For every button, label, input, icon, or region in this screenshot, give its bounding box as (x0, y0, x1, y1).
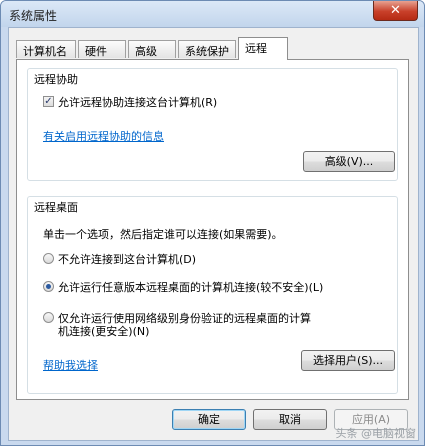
advanced-button[interactable]: 高级(V)... (303, 151, 395, 172)
radio-allow-any-version[interactable] (43, 281, 54, 292)
radio-allow-nla-only-label-line2[interactable]: 机连接(更安全)(N) (58, 323, 149, 339)
tab-advanced[interactable]: 高级 (128, 40, 176, 58)
radio-allow-any-version-label[interactable]: 允许运行任意版本远程桌面的计算机连接(较不安全)(L) (58, 279, 323, 295)
ok-button[interactable]: 确定 (172, 409, 246, 430)
select-users-button[interactable]: 选择用户(S)... (301, 350, 395, 371)
tab-system-protection[interactable]: 系统保护 (178, 40, 236, 58)
allow-remote-assistance-label[interactable]: 允许远程协助连接这台计算机(R) (58, 94, 217, 110)
allow-remote-assistance-checkbox[interactable]: ✓ (43, 96, 54, 107)
radio-deny-connections[interactable] (43, 253, 54, 264)
remote-assistance-title: 远程协助 (34, 73, 78, 86)
tab-hardware[interactable]: 硬件 (78, 40, 126, 58)
system-properties-window: 系统属性 ✕ 计算机名 硬件 高级 系统保护 远程 远程协助 ✓ 允许远程协助连… (0, 0, 425, 446)
check-icon: ✓ (44, 96, 53, 107)
radio-allow-nla-only[interactable] (43, 312, 54, 323)
dialog-client-area: 计算机名 硬件 高级 系统保护 远程 远程协助 ✓ 允许远程协助连接这台计算机(… (8, 27, 419, 441)
close-button[interactable]: ✕ (373, 1, 418, 21)
cancel-button[interactable]: 取消 (253, 409, 327, 430)
radio-deny-connections-label[interactable]: 不允许连接到这台计算机(D) (58, 251, 196, 267)
title-bar[interactable]: 系统属性 ✕ (1, 1, 424, 27)
help-me-choose-link[interactable]: 帮助我选择 (43, 357, 98, 373)
tab-computer-name[interactable]: 计算机名 (16, 40, 76, 58)
close-icon: ✕ (390, 3, 401, 18)
remote-assistance-info-link[interactable]: 有关启用远程协助的信息 (43, 128, 164, 144)
remote-desktop-instruction: 单击一个选项，然后指定谁可以连接(如果需要)。 (43, 228, 283, 241)
remote-desktop-group: 远程桌面 单击一个选项，然后指定谁可以连接(如果需要)。 不允许连接到这台计算机… (27, 196, 398, 394)
remote-tab-page: 远程协助 ✓ 允许远程协助连接这台计算机(R) 有关启用远程协助的信息 高级(V… (16, 59, 409, 400)
remote-desktop-title: 远程桌面 (34, 201, 78, 214)
window-title: 系统属性 (9, 9, 58, 23)
remote-assistance-group: 远程协助 ✓ 允许远程协助连接这台计算机(R) 有关启用远程协助的信息 高级(V… (27, 68, 398, 181)
watermark-text: 头条 @电脑视窗 (335, 427, 417, 440)
tab-remote[interactable]: 远程 (238, 37, 288, 60)
